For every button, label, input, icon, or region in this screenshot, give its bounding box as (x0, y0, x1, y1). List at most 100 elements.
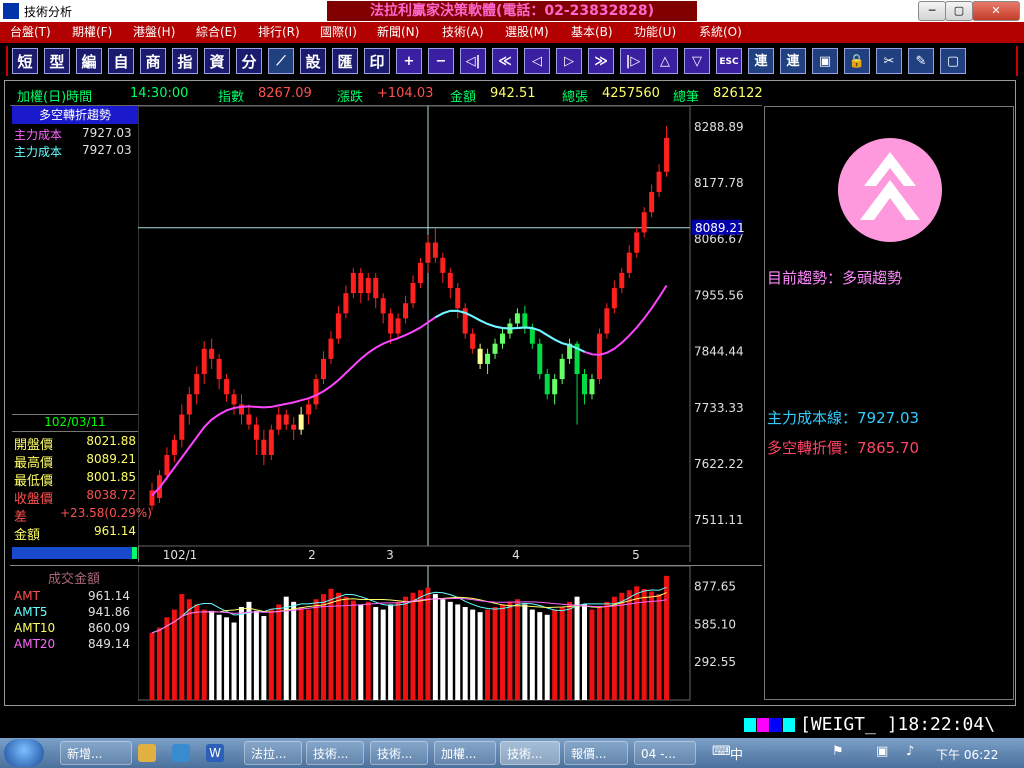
settings-button[interactable]: 設 (300, 48, 326, 74)
ohlc-value: 8001.85 (86, 470, 136, 484)
volume-legend-value: 849.14 (88, 637, 130, 651)
candle-body (306, 404, 312, 415)
short-button[interactable]: 短 (12, 48, 38, 74)
volume-bar (238, 607, 244, 700)
edit-button[interactable]: 編 (76, 48, 102, 74)
zoom-in-button[interactable]: + (396, 48, 422, 74)
y-axis-label: 7844.44 (694, 345, 744, 359)
menu-item-system[interactable]: 系統(O) (697, 23, 744, 41)
taskbar-item[interactable]: 技術... (306, 741, 364, 765)
scissors-icon[interactable]: ✂ (876, 48, 902, 74)
media-icon[interactable] (138, 744, 156, 762)
fast-forward-button[interactable]: ≫ (588, 48, 614, 74)
taskbar-item[interactable]: 法拉... (244, 741, 302, 765)
forward-button[interactable]: ▷ (556, 48, 582, 74)
window-icon[interactable]: ▣ (812, 48, 838, 74)
taskbar-item[interactable]: 技術... (370, 741, 428, 765)
link-button[interactable]: 連 (748, 48, 774, 74)
y-axis-label: 7955.56 (694, 288, 744, 302)
flag-icon[interactable]: ⚑ (832, 744, 844, 759)
taskbar-item[interactable]: 技術... (500, 741, 560, 765)
close-button[interactable]: ✕ (972, 1, 1020, 21)
volume-icon[interactable]: ♪ (906, 744, 914, 759)
candle-body (224, 379, 230, 395)
taskbar-item[interactable]: 新增... (60, 741, 132, 765)
volume-bar (559, 607, 565, 700)
menu-item-functions[interactable]: 功能(U) (632, 23, 678, 41)
period-button[interactable]: 分 (236, 48, 262, 74)
input-method[interactable]: 中 (730, 744, 743, 763)
back-button[interactable]: ◁ (524, 48, 550, 74)
volume-bar (164, 617, 170, 700)
gallery-icon[interactable] (172, 744, 190, 762)
chart-draw-icon[interactable]: ⟋ (268, 48, 294, 74)
menu-item-composite[interactable]: 綜合(E) (194, 23, 239, 41)
total-volume-value: 4257560 (602, 86, 660, 101)
volume-bar (596, 607, 602, 700)
data-button[interactable]: 資 (204, 48, 230, 74)
price-chart[interactable]: 8288.898177.788066.677955.567844.447733.… (138, 106, 762, 562)
print-button[interactable]: 印 (364, 48, 390, 74)
volume-bar (156, 627, 162, 700)
menu-item-technical[interactable]: 技術(A) (440, 23, 486, 41)
candle-body (455, 288, 461, 309)
candle-body (417, 262, 423, 284)
volume-bar (403, 596, 409, 700)
export-button[interactable]: 匯 (332, 48, 358, 74)
lock-icon[interactable]: 🔒 (844, 48, 870, 74)
app-icon (3, 3, 19, 19)
maximize-button[interactable]: ▢ (945, 1, 973, 21)
minimize-button[interactable]: ─ (918, 1, 946, 21)
taskbar-item[interactable]: 04 -... (634, 741, 696, 765)
custom-button[interactable]: 自 (108, 48, 134, 74)
candle-body (395, 318, 401, 334)
menu-item-ranking[interactable]: 排行(R) (256, 23, 302, 41)
link2-button[interactable]: 連 (780, 48, 806, 74)
taskbar-item[interactable]: 加權... (434, 741, 496, 765)
volume-legend-value: 860.09 (88, 621, 130, 635)
last-button[interactable]: |▷ (620, 48, 646, 74)
status-chip (770, 718, 782, 732)
candle-body (268, 429, 274, 455)
up-button[interactable]: △ (652, 48, 678, 74)
keyboard-icon[interactable]: ⌨ (712, 744, 731, 759)
candle-body (432, 242, 438, 258)
first-button[interactable]: ◁| (460, 48, 486, 74)
indicator-button[interactable]: 指 (172, 48, 198, 74)
candle-body (201, 348, 207, 375)
volume-bar (582, 604, 588, 700)
volume-chart[interactable]: 877.65 585.10 292.55 (138, 566, 762, 702)
pencil-icon[interactable]: ✎ (908, 48, 934, 74)
menu-item-news[interactable]: 新聞(N) (375, 23, 421, 41)
turn-price-label: 多空轉折價：7865.70 (767, 439, 920, 457)
scroll-thumb[interactable] (132, 547, 137, 559)
frame-icon[interactable]: ▢ (940, 48, 966, 74)
volume-bar (380, 609, 386, 700)
word-icon[interactable]: W (206, 744, 224, 762)
escape-button[interactable]: ESC (716, 48, 742, 74)
menu-item-hk[interactable]: 港盤(H) (131, 23, 177, 41)
network-icon[interactable]: ▣ (876, 744, 888, 759)
volume-bar (529, 609, 535, 700)
start-button[interactable] (4, 739, 44, 767)
candle-body (343, 293, 349, 314)
pattern-button[interactable]: 型 (44, 48, 70, 74)
volume-bar (499, 604, 505, 700)
menu-item-screener[interactable]: 選股(M) (503, 23, 551, 41)
volume-bar (343, 596, 349, 700)
taskbar-item[interactable]: 報價... (564, 741, 628, 765)
menu-item-international[interactable]: 國際(I) (318, 23, 359, 41)
zoom-out-button[interactable]: − (428, 48, 454, 74)
menu-item-fundamentals[interactable]: 基本(B) (569, 23, 615, 41)
candle-body (179, 414, 185, 440)
scroll-bar[interactable] (12, 547, 136, 559)
volume-bar (417, 590, 423, 700)
volume-bar (276, 604, 282, 700)
menu-item-taipan[interactable]: 台盤(T) (8, 23, 53, 41)
volume-bar (626, 590, 632, 700)
commodity-button[interactable]: 商 (140, 48, 166, 74)
down-button[interactable]: ▽ (684, 48, 710, 74)
menu-item-futures[interactable]: 期權(F) (70, 23, 114, 41)
candle-body (231, 394, 237, 405)
fast-back-button[interactable]: ≪ (492, 48, 518, 74)
